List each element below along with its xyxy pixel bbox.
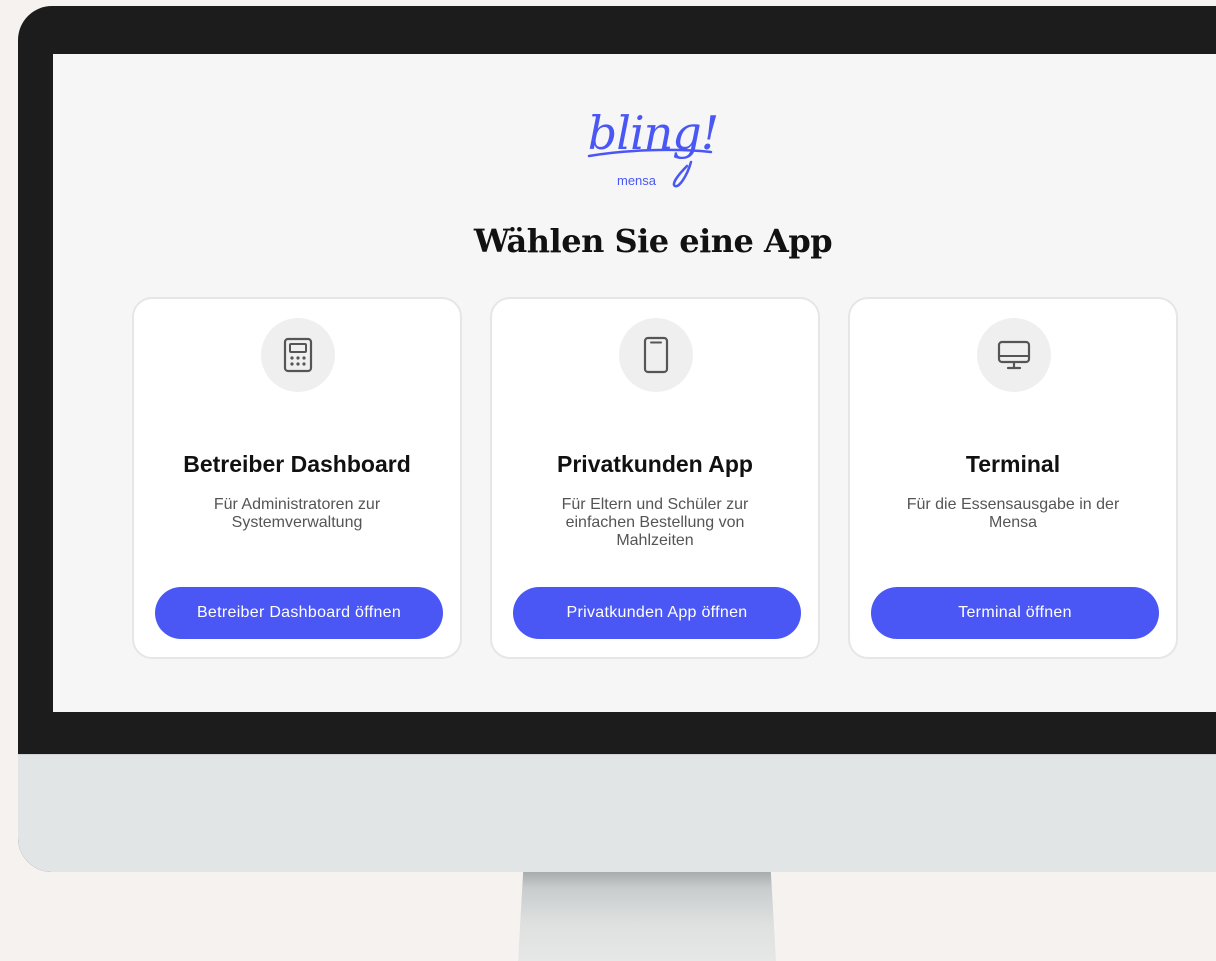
page-title: Wählen Sie eine App xyxy=(473,222,833,260)
bling-logo: bling! mensa xyxy=(583,106,723,198)
monitor-frame: bling! mensa Wählen Sie eine App Betreib… xyxy=(18,6,1216,872)
monitor-chin xyxy=(18,754,1216,872)
card-title: Betreiber Dashboard xyxy=(183,451,411,477)
card-description: Für die Essensausgabe in der Mensa xyxy=(906,496,1120,531)
card-description: Für Administratoren zur Systemverwaltung xyxy=(213,496,381,531)
logo-subtitle: mensa xyxy=(617,173,657,188)
card-icon-circle xyxy=(619,318,693,392)
app-card-betreiber-dashboard: Betreiber Dashboard Für Administratoren … xyxy=(132,297,462,659)
monitor-icon xyxy=(997,340,1031,370)
open-betreiber-dashboard-button[interactable]: Betreiber Dashboard öffnen xyxy=(155,587,443,639)
calculator-icon xyxy=(283,337,313,373)
monitor-stand xyxy=(518,872,776,961)
card-icon-circle xyxy=(261,318,335,392)
logo-wordmark: bling! xyxy=(587,106,719,160)
app-card-terminal: Terminal Für die Essensausgabe in der Me… xyxy=(848,297,1178,659)
card-title: Terminal xyxy=(965,451,1061,477)
card-title: Privatkunden App xyxy=(557,451,753,477)
open-terminal-button[interactable]: Terminal öffnen xyxy=(871,587,1159,639)
smartphone-icon xyxy=(643,336,669,374)
card-icon-circle xyxy=(977,318,1051,392)
app-card-privatkunden-app: Privatkunden App Für Eltern und Schüler … xyxy=(490,297,820,659)
app-screen: bling! mensa Wählen Sie eine App Betreib… xyxy=(53,54,1216,712)
card-description: Für Eltern und Schüler zur einfachen Bes… xyxy=(561,496,749,549)
open-privatkunden-app-button[interactable]: Privatkunden App öffnen xyxy=(513,587,801,639)
